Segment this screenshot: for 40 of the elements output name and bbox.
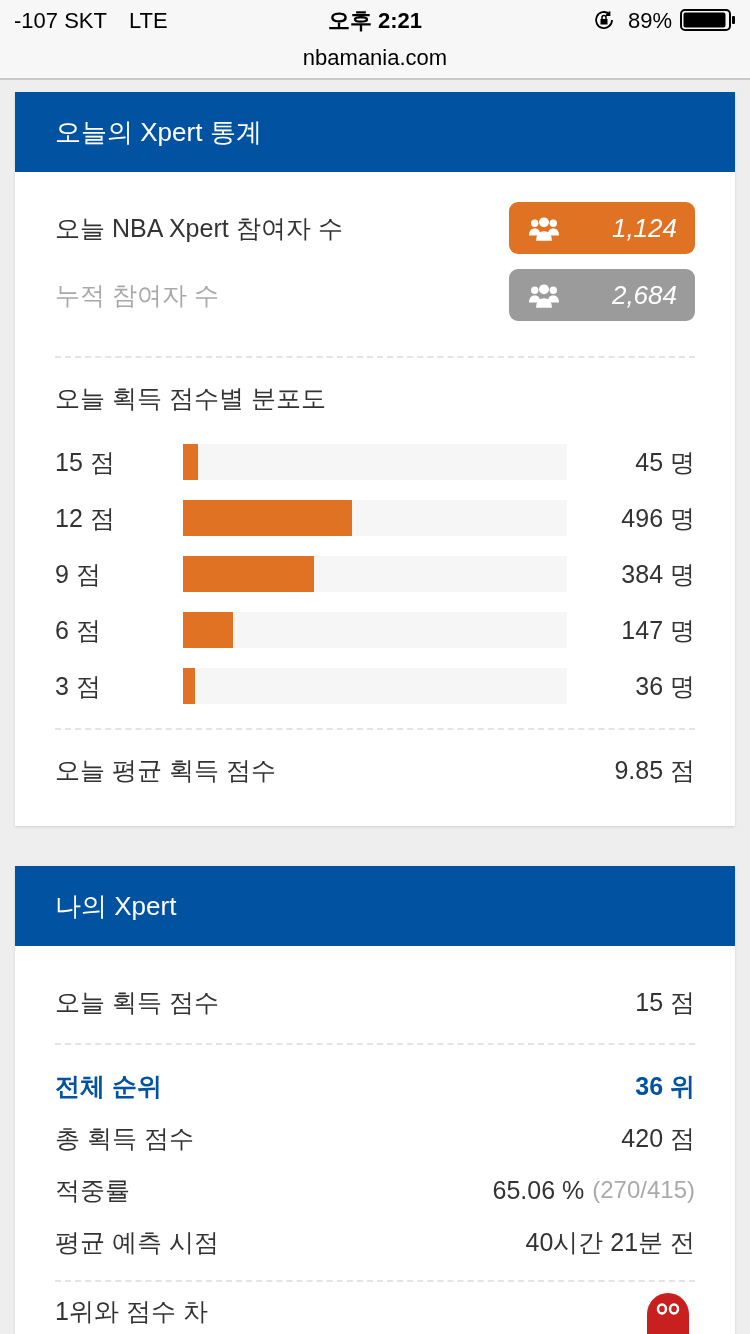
- card-title: 나의 Xpert: [55, 890, 177, 922]
- participant-label: 오늘 NBA Xpert 참여자 수: [55, 213, 343, 243]
- score-label: 9 점: [55, 559, 102, 589]
- distribution-title: 오늘 획득 점수별 분포도: [55, 383, 327, 413]
- row-value: 15 점: [635, 987, 695, 1017]
- participant-count: 2,684: [611, 279, 677, 311]
- row-label: 적중률: [55, 1175, 130, 1205]
- score-label: 15 점: [55, 447, 116, 477]
- participant-count: 1,124: [611, 212, 677, 244]
- score-label: 3 점: [55, 671, 102, 701]
- count-label: 496 명: [620, 503, 695, 533]
- card-title: 오늘의 Xpert 통계: [55, 116, 262, 148]
- count-label: 45 명: [634, 447, 695, 477]
- row-value: 420 점: [621, 1123, 695, 1153]
- users-icon: [529, 215, 559, 241]
- carrier-text: -107 SKT: [14, 6, 107, 35]
- row-value: 40시간 21분 전: [525, 1227, 695, 1257]
- row-label: 전체 순위: [55, 1071, 162, 1101]
- row-label: 오늘 획득 점수: [55, 987, 219, 1017]
- users-icon: [529, 282, 559, 308]
- eyes-icon: [656, 1303, 680, 1315]
- count-label: 36 명: [634, 671, 695, 701]
- row-label: 총 획득 점수: [55, 1123, 194, 1153]
- average-label: 오늘 평균 획득 점수: [55, 755, 276, 785]
- row-label: 1위와 점수 차: [55, 1297, 208, 1325]
- participant-label: 누적 참여자 수: [55, 280, 219, 310]
- score-label: 12 점: [55, 503, 116, 533]
- score-label: 6 점: [55, 615, 102, 645]
- network-text: LTE: [128, 6, 168, 35]
- row-label: 평균 예측 시점: [55, 1227, 219, 1257]
- hit-count: (270/415): [592, 1175, 695, 1205]
- battery-percent: 89%: [627, 6, 672, 35]
- average-value: 9.85 점: [614, 755, 695, 785]
- count-label: 147 명: [620, 615, 695, 645]
- url-text[interactable]: nbamania.com: [302, 40, 448, 74]
- battery-icon: [680, 8, 736, 32]
- row-value: 36 위: [635, 1071, 695, 1101]
- clock-text: 오후 2:21: [327, 6, 423, 35]
- count-label: 384 명: [620, 559, 695, 589]
- row-value: 65.06 %: [492, 1175, 585, 1205]
